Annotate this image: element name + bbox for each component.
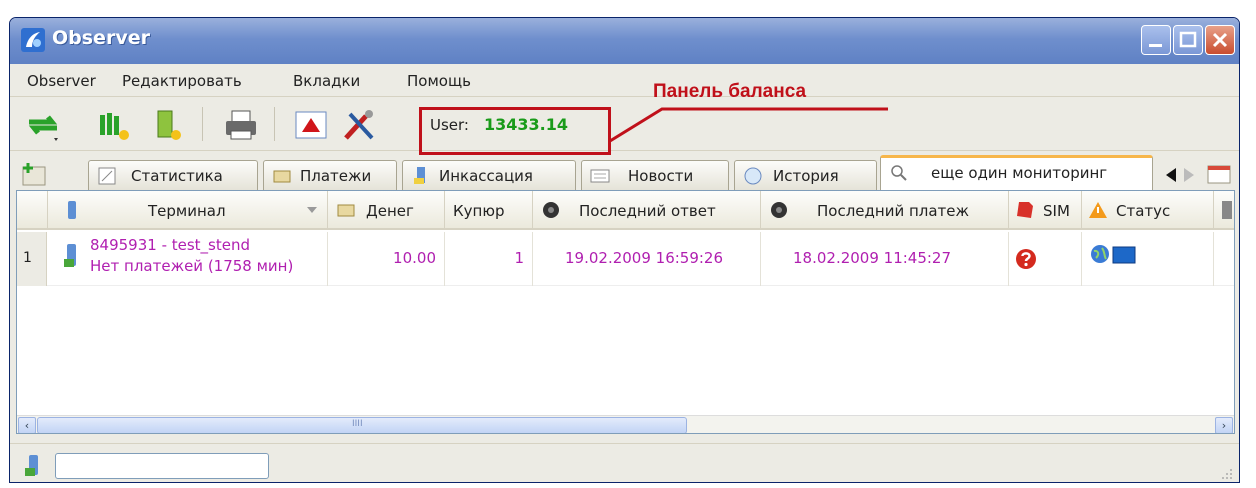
table-header: Терминал Денег Купюр Последний ответ Пос… <box>17 191 1234 230</box>
status-bar <box>10 443 1239 482</box>
cell-status <box>1082 232 1214 286</box>
toolbar-separator <box>202 107 203 141</box>
tab-history[interactable]: История <box>734 160 877 190</box>
tab-scroll-arrows[interactable] <box>1160 164 1200 186</box>
cell-bills: 1 <box>445 232 533 286</box>
news-icon <box>590 169 610 183</box>
header-bills[interactable]: Купюр <box>445 191 533 230</box>
collection-icon <box>414 167 425 184</box>
header-last-payment[interactable]: Последний платеж <box>761 191 1009 230</box>
terminal-icon <box>25 455 38 476</box>
header-sim[interactable]: SIM <box>1009 191 1082 230</box>
annotation-leader-line <box>609 107 888 143</box>
tab-label: Новости <box>628 167 694 185</box>
warning-icon <box>1089 202 1107 218</box>
header-status[interactable]: Статус <box>1082 191 1214 230</box>
printer-icon[interactable] <box>222 106 260 144</box>
scroll-right-button[interactable]: › <box>1215 417 1233 433</box>
menu-bar: Observer Редактировать Вкладки Помощь <box>10 64 1239 97</box>
header-more[interactable] <box>1214 191 1234 230</box>
cell-money: 10.00 <box>328 232 445 286</box>
clock-icon <box>543 202 559 218</box>
terminal-add-icon[interactable] <box>94 106 132 144</box>
maximize-button[interactable] <box>1173 25 1203 55</box>
tab-collection[interactable]: Инкассация <box>402 160 576 190</box>
money-icon <box>337 204 355 217</box>
close-tab-icon[interactable] <box>1206 163 1232 185</box>
maximize-icon <box>1179 31 1197 48</box>
chart-icon <box>98 167 116 185</box>
terminal-icon <box>64 244 76 267</box>
tab-statistics[interactable]: Статистика <box>88 160 258 190</box>
menu-edit[interactable]: Редактировать <box>122 72 242 90</box>
header-rownum <box>17 191 48 230</box>
annotation-label: Панель баланса <box>653 81 807 102</box>
monitor-icon <box>1112 246 1136 264</box>
observer-window: Observer Observer Редактировать Вкладки … <box>9 17 1240 483</box>
toolbar-separator <box>274 107 275 141</box>
menu-tabs[interactable]: Вкладки <box>293 72 360 90</box>
row-number: 1 <box>17 232 47 286</box>
close-icon <box>1212 32 1228 48</box>
scroll-left-button[interactable]: ‹ <box>18 417 36 433</box>
table-row[interactable]: 1 8495931 - test_stend Нет платежей (175… <box>17 232 1234 286</box>
terminal-status-text: Нет платежей (1758 мин) <box>90 257 294 275</box>
cell-sim <box>1009 232 1082 286</box>
question-icon <box>1016 249 1036 269</box>
status-input[interactable] <box>55 453 269 479</box>
terminal-icon <box>1222 201 1232 219</box>
header-terminal[interactable]: Терминал <box>48 191 328 230</box>
chart-up-icon[interactable] <box>292 106 330 144</box>
globe-icon <box>1091 245 1109 263</box>
close-button[interactable] <box>1205 25 1235 55</box>
menu-help[interactable]: Помощь <box>407 72 471 90</box>
search-icon <box>891 165 907 181</box>
terminal-name: 8495931 - test_stend <box>90 236 251 254</box>
tools-icon[interactable] <box>340 106 378 144</box>
clock-icon <box>771 202 787 218</box>
cell-last-payment: 18.02.2009 11:45:27 <box>761 232 1009 286</box>
sim-icon <box>1017 202 1033 218</box>
window-title: Observer <box>52 27 150 49</box>
minimize-button[interactable] <box>1141 25 1171 55</box>
clock-icon <box>744 167 762 185</box>
add-tab-icon[interactable] <box>20 161 50 187</box>
tab-bar: Статистика Платежи Инкассация Новости Ис… <box>10 151 1239 191</box>
tab-monitoring[interactable]: еще один мониторинг <box>880 155 1153 191</box>
tab-label: Инкассация <box>439 167 533 185</box>
header-last-response[interactable]: Последний ответ <box>533 191 761 230</box>
money-icon <box>273 170 291 183</box>
sort-arrow-icon <box>307 207 317 213</box>
title-bar[interactable]: Observer <box>10 18 1239 64</box>
header-money[interactable]: Денег <box>328 191 445 230</box>
app-icon <box>21 28 45 52</box>
refresh-icon[interactable] <box>24 106 62 144</box>
terminal-edit-icon[interactable] <box>148 106 186 144</box>
tab-payments[interactable]: Платежи <box>263 160 397 190</box>
tab-label: История <box>773 167 839 185</box>
resize-grip-icon[interactable] <box>1219 466 1233 480</box>
cell-terminal: 8495931 - test_stend Нет платежей (1758 … <box>48 232 328 286</box>
terminal-icon <box>68 201 76 219</box>
tab-news[interactable]: Новости <box>581 160 729 190</box>
tab-label: Платежи <box>300 167 372 185</box>
terminals-table[interactable]: Терминал Денег Купюр Последний ответ Пос… <box>16 190 1235 434</box>
minimize-icon <box>1149 44 1162 47</box>
tab-label: Статистика <box>131 167 223 185</box>
horizontal-scrollbar[interactable]: ‹ IIII › <box>17 415 1234 433</box>
menu-observer[interactable]: Observer <box>27 72 96 90</box>
balance-panel-highlight <box>419 107 611 155</box>
cell-last-response: 19.02.2009 16:59:26 <box>533 232 761 286</box>
tab-label: еще один мониторинг <box>931 164 1108 182</box>
scrollbar-thumb[interactable]: IIII <box>37 417 687 433</box>
